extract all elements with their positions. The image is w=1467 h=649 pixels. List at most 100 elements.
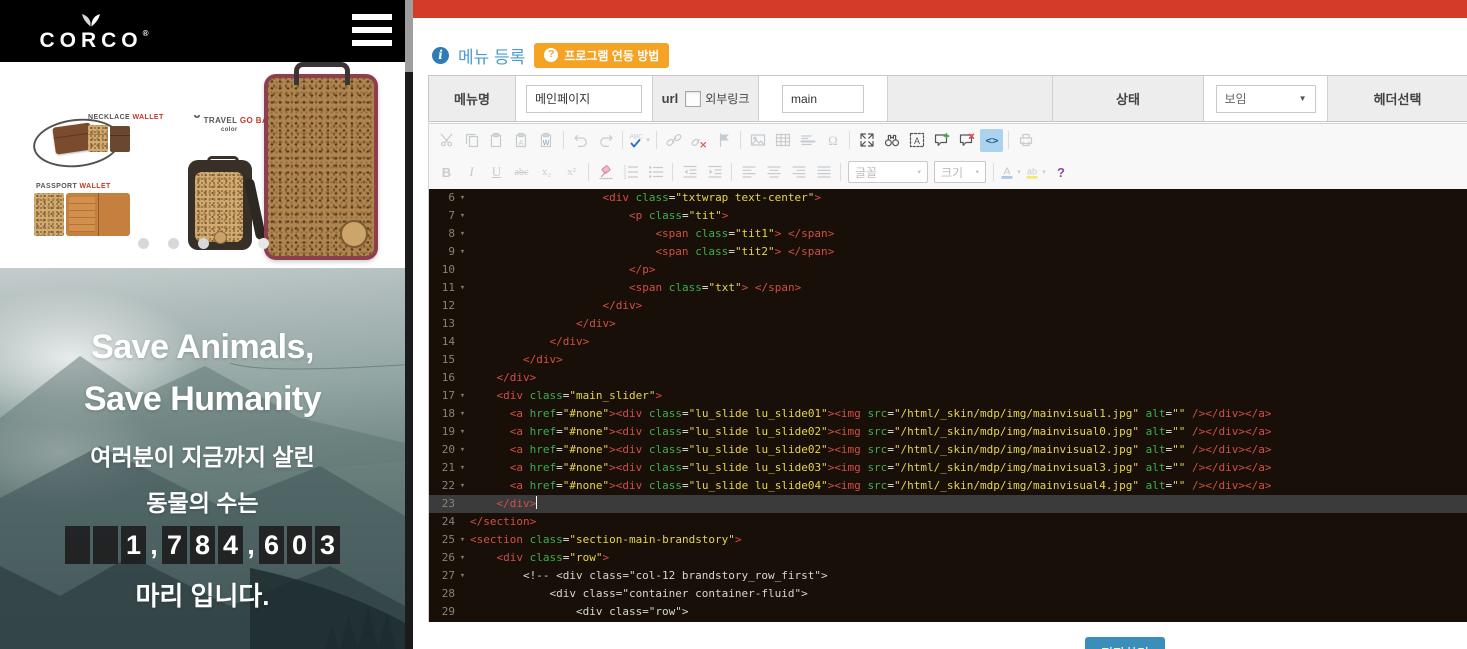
fold-arrow-icon[interactable]: ▾: [455, 549, 470, 567]
code-text: <a href="#none"><div class="lu_slide lu_…: [470, 459, 1467, 477]
fold-arrow-icon[interactable]: ▾: [455, 459, 470, 477]
code-line-17[interactable]: 17▾ <div class="main_slider">: [429, 387, 1467, 405]
fold-arrow-icon[interactable]: ▾: [455, 387, 470, 405]
code-line-27[interactable]: 27▾ <!-- <div class="col-12 brandstory_r…: [429, 567, 1467, 585]
code-line-10[interactable]: 10 </p>: [429, 261, 1467, 279]
table-icon: [771, 129, 794, 152]
code-line-26[interactable]: 26▾ <div class="row">: [429, 549, 1467, 567]
redo-icon: [594, 129, 617, 152]
help-icon[interactable]: ?: [1049, 161, 1072, 184]
info-icon: i: [432, 47, 449, 64]
svg-text:W: W: [542, 140, 549, 147]
code-line-23[interactable]: 23 </div>: [429, 495, 1467, 513]
toolbar-separator: [672, 163, 673, 181]
comment-add-icon[interactable]: [930, 129, 953, 152]
preview-scrollbar[interactable]: [405, 0, 413, 649]
code-text: </div>: [470, 369, 1467, 387]
site-header: CORCO®: [0, 0, 405, 62]
program-link-help-button[interactable]: ? 프로그램 연동 방법: [534, 43, 669, 68]
slider-dot[interactable]: [168, 238, 179, 249]
tree-icon: [193, 114, 201, 124]
anchor-icon: [712, 129, 735, 152]
status-select[interactable]: 보임 ▼: [1216, 85, 1316, 113]
fold-arrow-icon[interactable]: ▾: [455, 207, 470, 225]
status-label: 상태: [1053, 76, 1204, 121]
horizontal-rule-icon: [796, 129, 819, 152]
find-icon[interactable]: [880, 129, 903, 152]
slider-dot[interactable]: [198, 238, 209, 249]
fold-arrow-icon[interactable]: ▾: [455, 441, 470, 459]
status-select-value: 보임: [1225, 90, 1247, 107]
align-justify-icon: [812, 161, 835, 184]
source-code-area[interactable]: 6▾ <div class="txtwrap text-center">7▾ <…: [429, 189, 1467, 622]
align-center-icon: [762, 161, 785, 184]
code-line-21[interactable]: 21▾ <a href="#none"><div class="lu_slide…: [429, 459, 1467, 477]
fold-arrow-icon[interactable]: ▾: [455, 567, 470, 585]
animal-counter: 1,784,603: [0, 526, 405, 564]
fold-arrow-icon[interactable]: ▾: [455, 531, 470, 549]
counter-digit-box: 1: [121, 526, 146, 564]
code-line-6[interactable]: 6▾ <div class="txtwrap text-center">: [429, 189, 1467, 207]
fold-arrow-icon[interactable]: ▾: [455, 279, 470, 297]
code-line-8[interactable]: 8▾ <span class="tit1"> </span>: [429, 225, 1467, 243]
passport-wallet-cork-image: [34, 193, 64, 236]
cork-wallet-image: [88, 125, 108, 152]
slider-dot[interactable]: [138, 238, 149, 249]
code-line-12[interactable]: 12 </div>: [429, 297, 1467, 315]
fold-arrow-icon[interactable]: ▾: [455, 405, 470, 423]
code-line-9[interactable]: 9▾ <span class="tit2"> </span>: [429, 243, 1467, 261]
bulleted-list-icon: [644, 161, 667, 184]
site-logo[interactable]: CORCO®: [34, 5, 154, 59]
code-line-7[interactable]: 7▾ <p class="tit">: [429, 207, 1467, 225]
font-select[interactable]: 글꼴▾: [848, 161, 928, 183]
fold-spacer: [455, 603, 470, 621]
fold-arrow-icon[interactable]: ▾: [455, 423, 470, 441]
select-all-icon[interactable]: A: [905, 129, 928, 152]
header-select-label: 헤더선택: [1328, 76, 1467, 121]
fold-arrow-icon[interactable]: ▾: [455, 225, 470, 243]
code-line-14[interactable]: 14 </div>: [429, 333, 1467, 351]
line-number: 27: [429, 567, 455, 585]
code-line-11[interactable]: 11▾ <span class="txt"> </span>: [429, 279, 1467, 297]
counter-comma: ,: [149, 526, 159, 564]
code-text: </div>: [470, 495, 1467, 513]
preview-scrollbar-thumb[interactable]: [405, 0, 413, 72]
code-line-29[interactable]: 29 <div class="row">: [429, 603, 1467, 621]
menu-name-input[interactable]: [526, 85, 642, 113]
code-line-13[interactable]: 13 </div>: [429, 315, 1467, 333]
code-line-18[interactable]: 18▾ <a href="#none"><div class="lu_slide…: [429, 405, 1467, 423]
code-line-20[interactable]: 20▾ <a href="#none"><div class="lu_slide…: [429, 441, 1467, 459]
registered-mark: ®: [143, 29, 149, 38]
fold-arrow-icon[interactable]: ▾: [455, 189, 470, 207]
code-line-25[interactable]: 25▾<section class="section-main-brandsto…: [429, 531, 1467, 549]
code-line-28[interactable]: 28 <div class="container container-fluid…: [429, 585, 1467, 603]
fold-arrow-icon[interactable]: ▾: [455, 477, 470, 495]
fold-spacer: [455, 585, 470, 603]
line-number: 7: [429, 207, 455, 225]
size-select[interactable]: 크기▾: [934, 161, 986, 183]
url-input[interactable]: [782, 85, 864, 113]
code-line-24[interactable]: 24</section>: [429, 513, 1467, 531]
line-number: 22: [429, 477, 455, 495]
code-line-30[interactable]: 30 <div class="col-12 text-center">: [429, 621, 1467, 622]
code-text: <span class="txt"> </span>: [470, 279, 1467, 297]
fold-arrow-icon[interactable]: ▾: [455, 243, 470, 261]
code-line-15[interactable]: 15 </div>: [429, 351, 1467, 369]
code-text: <div class="col-12 text-center">: [470, 621, 1467, 622]
source-icon[interactable]: <>: [980, 129, 1003, 152]
comment-remove-icon[interactable]: [955, 129, 978, 152]
maximize-icon[interactable]: [855, 129, 878, 152]
external-link-checkbox[interactable]: [685, 91, 701, 107]
code-line-16[interactable]: 16 </div>: [429, 369, 1467, 387]
code-text: <div class="main_slider">: [470, 387, 1467, 405]
hamburger-menu-icon[interactable]: [352, 14, 392, 48]
code-line-19[interactable]: 19▾ <a href="#none"><div class="lu_slide…: [429, 423, 1467, 441]
toolbar-separator: [588, 163, 589, 181]
product-slider[interactable]: NECKLACE WALLET PASSPORT WALLET TRAVEL G…: [0, 62, 405, 268]
code-text: <!-- <div class="col-12 brandstory_row_f…: [470, 567, 1467, 585]
slider-dot[interactable]: [258, 238, 269, 249]
passport-wallet-open-image: [66, 193, 130, 236]
save-button[interactable]: 저장하기: [1085, 637, 1165, 649]
text-color-icon: A▾: [999, 161, 1022, 184]
code-line-22[interactable]: 22▾ <a href="#none"><div class="lu_slide…: [429, 477, 1467, 495]
